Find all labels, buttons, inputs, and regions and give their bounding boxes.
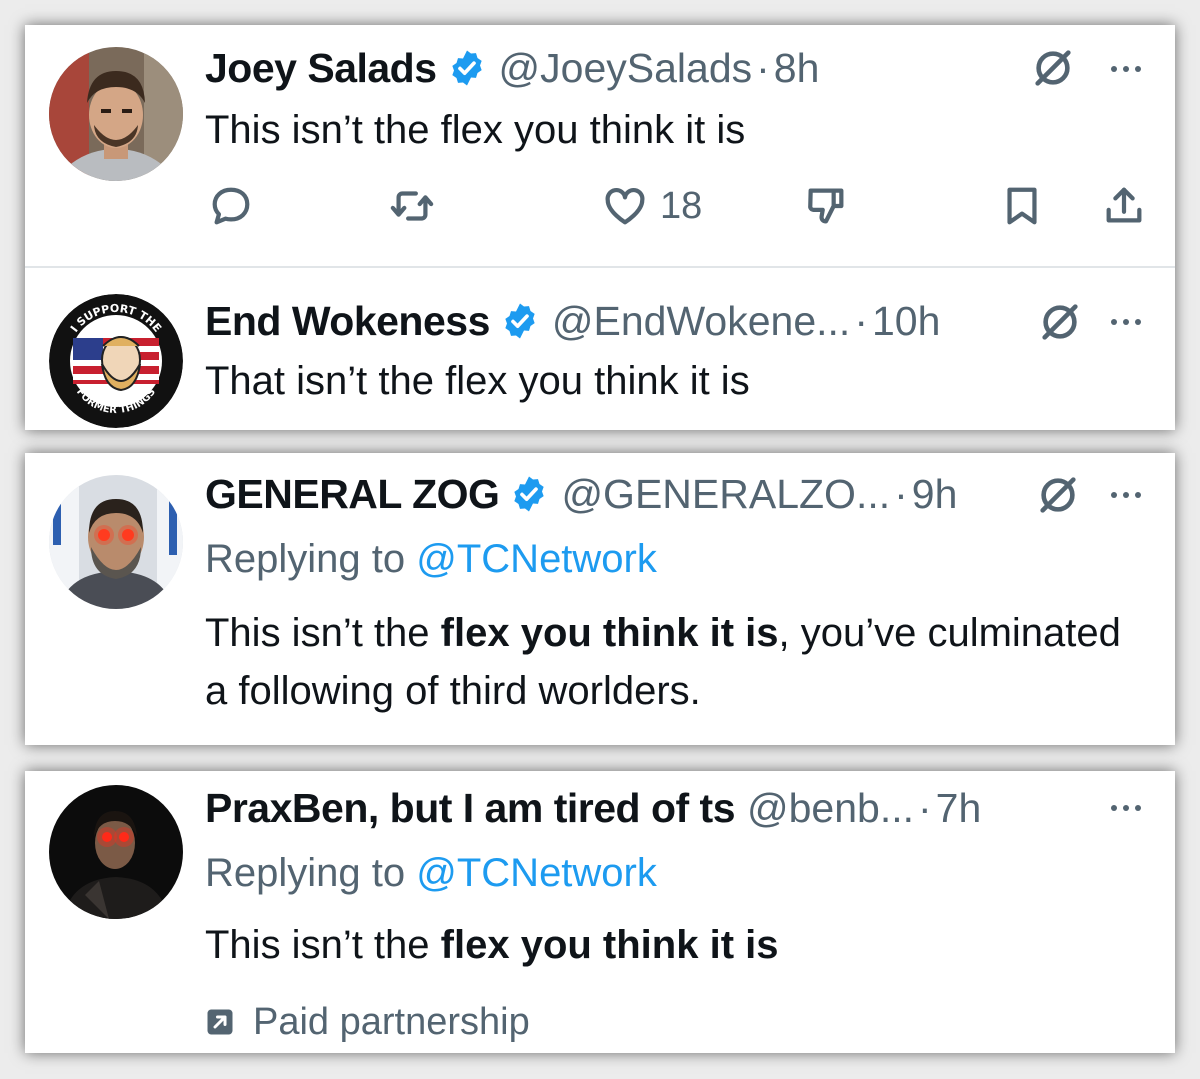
more-icon[interactable] (1108, 488, 1144, 502)
text-bold: flex you think it is (440, 611, 779, 655)
tweet-joey-salads[interactable]: Joey Salads @JoeySalads · 8h This isn’t … (25, 25, 1175, 266)
display-name[interactable]: PraxBen, but I am tired of ts (205, 783, 736, 833)
grok-icon[interactable] (1037, 299, 1083, 345)
more-icon[interactable] (1108, 315, 1144, 329)
grok-icon[interactable] (1030, 45, 1076, 91)
timestamp[interactable]: 10h (872, 296, 940, 346)
handle[interactable]: @GENERALZO... (561, 469, 890, 519)
handle[interactable]: @benb... (747, 783, 914, 833)
avatar[interactable] (49, 785, 183, 919)
tweet-general-zog[interactable]: GENERAL ZOG @GENERALZO... · 9h Replying … (25, 453, 1175, 745)
action-bar: 18 (25, 177, 1175, 237)
more-icon[interactable] (1108, 62, 1144, 76)
tweet-card-group: Joey Salads @JoeySalads · 8h This isn’t … (25, 25, 1175, 430)
dislike-icon[interactable] (803, 183, 849, 229)
more-icon[interactable] (1108, 801, 1144, 815)
display-name[interactable]: GENERAL ZOG (205, 469, 500, 519)
separator: · (854, 298, 868, 344)
text-regular: This isn’t the (205, 923, 441, 967)
share-icon[interactable] (1101, 183, 1147, 229)
paid-partnership-label: Paid partnership (253, 1001, 530, 1043)
timestamp[interactable]: 9h (912, 469, 958, 519)
paid-partnership-icon (207, 1009, 233, 1035)
tweet-praxben[interactable]: PraxBen, but I am tired of ts @benb... ·… (25, 771, 1175, 1053)
handle[interactable]: @EndWokene... (552, 296, 850, 346)
display-name[interactable]: Joey Salads (205, 43, 437, 93)
handle[interactable]: @JoeySalads (499, 43, 753, 93)
avatar[interactable]: I SUPPORT THE FORMER THINGS (49, 294, 183, 428)
timestamp[interactable]: 7h (936, 783, 982, 833)
tweet-text: This isn’t the flex you think it is (205, 916, 1135, 974)
heart-icon[interactable] (602, 183, 648, 229)
text-bold: flex you think it is (440, 923, 779, 967)
separator: · (918, 785, 932, 831)
reply-icon[interactable] (208, 183, 254, 229)
grok-icon[interactable] (1035, 472, 1081, 518)
avatar[interactable] (49, 47, 183, 181)
separator: · (894, 471, 908, 517)
replying-prefix: Replying to (205, 851, 406, 895)
separator: · (756, 45, 770, 91)
verified-badge-icon (514, 476, 545, 512)
verified-badge-icon (505, 303, 535, 339)
tweet-text: That isn’t the flex you think it is (205, 359, 750, 403)
text-regular: This isn’t the (205, 611, 441, 655)
replying-to-link[interactable]: @TCNetwork (416, 537, 657, 581)
avatar[interactable] (49, 475, 183, 609)
paid-partnership[interactable]: Paid partnership (205, 999, 530, 1045)
display-name[interactable]: End Wokeness (205, 296, 490, 346)
verified-badge-icon (451, 50, 482, 86)
replying-to-link[interactable]: @TCNetwork (416, 851, 657, 895)
replying-to: Replying to @TCNetwork (205, 848, 657, 898)
like-count[interactable]: 18 (660, 181, 702, 231)
retweet-icon[interactable] (389, 183, 435, 229)
tweet-text: This isn’t the flex you think it is (205, 108, 746, 152)
replying-to: Replying to @TCNetwork (205, 534, 657, 584)
tweet-text: This isn’t the flex you think it is, you… (205, 604, 1135, 720)
replying-prefix: Replying to (205, 537, 406, 581)
bookmark-icon[interactable] (999, 183, 1045, 229)
tweet-end-wokeness[interactable]: I SUPPORT THE FORMER THINGS End Wokeness… (25, 268, 1175, 430)
timestamp[interactable]: 8h (774, 43, 820, 93)
